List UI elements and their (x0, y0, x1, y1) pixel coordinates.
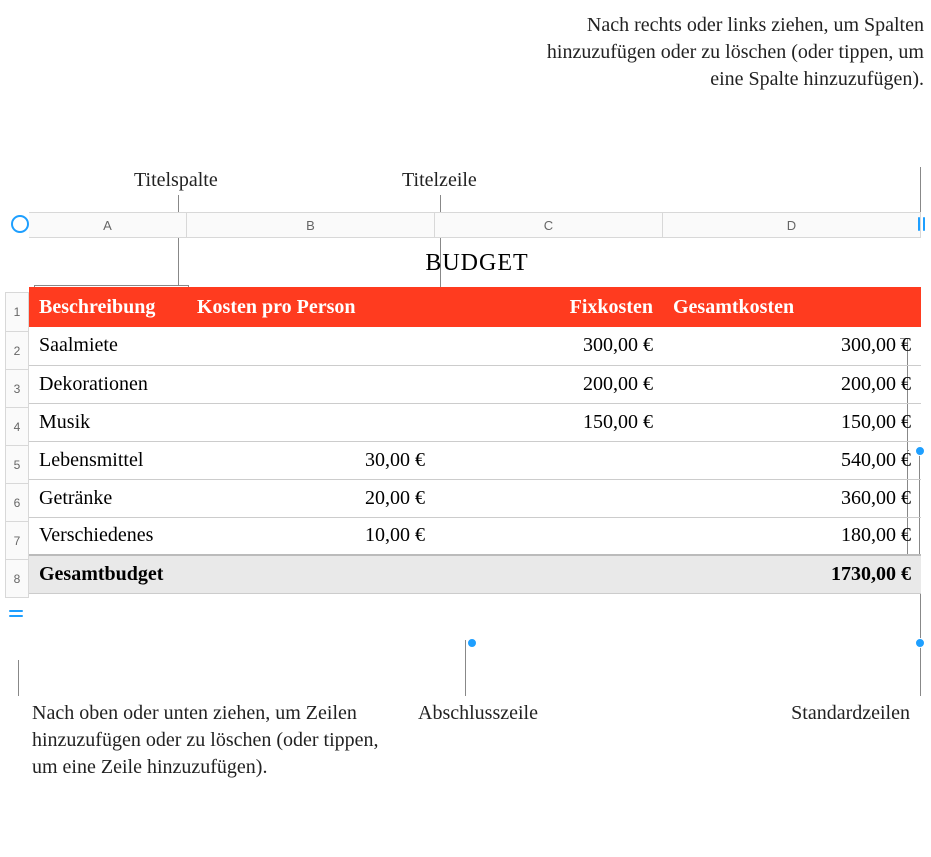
table-select-handle[interactable] (11, 215, 29, 233)
callout-title-row: Titelzeile (402, 167, 477, 194)
cell[interactable] (187, 403, 435, 441)
table-row[interactable]: Verschiedenes 10,00 € 180,00 € (29, 517, 921, 555)
cell[interactable] (435, 555, 663, 593)
header-per-person[interactable]: Kosten pro Person (187, 287, 435, 327)
leader-line (465, 640, 466, 696)
table-row[interactable]: Getränke 20,00 € 360,00 € (29, 479, 921, 517)
header-desc[interactable]: Beschreibung (29, 287, 187, 327)
table-title[interactable]: BUDGET (29, 250, 925, 277)
callout-title-column: Titelspalte (134, 167, 218, 194)
column-header-A[interactable]: A (29, 212, 187, 238)
spreadsheet: A B C D 1 2 3 4 5 6 7 8 BUDGET Beschreib… (5, 212, 925, 598)
column-header-row: A B C D (29, 212, 925, 238)
table-area: BUDGET Beschreibung Kosten pro Person Fi… (29, 250, 925, 598)
cell[interactable]: 30,00 € (187, 441, 435, 479)
cell[interactable]: 200,00 € (663, 365, 921, 403)
cell[interactable]: 360,00 € (663, 479, 921, 517)
table-row[interactable]: Lebensmittel 30,00 € 540,00 € (29, 441, 921, 479)
selection-handle[interactable] (467, 638, 477, 648)
footer-label[interactable]: Gesamtbudget (29, 555, 187, 593)
cell[interactable]: Musik (29, 403, 187, 441)
selection-handle[interactable] (915, 638, 925, 648)
leader-line (18, 660, 19, 696)
budget-table[interactable]: Beschreibung Kosten pro Person Fixkosten… (29, 287, 921, 594)
cell[interactable]: Getränke (29, 479, 187, 517)
cell[interactable] (187, 365, 435, 403)
add-row-handle[interactable] (7, 604, 25, 622)
callout-rows-hint: Nach oben oder unten ziehen, um Zeilen h… (32, 700, 382, 781)
row-header-4[interactable]: 4 (5, 408, 29, 446)
selection-handle[interactable] (915, 446, 925, 456)
table-row[interactable]: Dekorationen 200,00 € 200,00 € (29, 365, 921, 403)
cell[interactable] (187, 555, 435, 593)
cell[interactable]: 10,00 € (187, 517, 435, 555)
cell[interactable]: 300,00 € (435, 327, 663, 365)
cell[interactable]: Dekorationen (29, 365, 187, 403)
row-header-8[interactable]: 8 (5, 560, 29, 598)
cell[interactable]: 180,00 € (663, 517, 921, 555)
callout-body-rows: Standardzeilen (720, 700, 910, 727)
header-fixed[interactable]: Fixkosten (435, 287, 663, 327)
leader-line (920, 167, 921, 213)
cell[interactable]: Verschiedenes (29, 517, 187, 555)
row-header-7[interactable]: 7 (5, 522, 29, 560)
column-header-D[interactable]: D (663, 212, 921, 238)
table-row[interactable]: Saalmiete 300,00 € 300,00 € (29, 327, 921, 365)
row-header-5[interactable]: 5 (5, 446, 29, 484)
cell[interactable]: Saalmiete (29, 327, 187, 365)
cell[interactable]: 150,00 € (663, 403, 921, 441)
column-header-B[interactable]: B (187, 212, 435, 238)
callout-footer-row: Abschlusszeile (418, 700, 538, 727)
row-header-2[interactable]: 2 (5, 332, 29, 370)
row-header-3[interactable]: 3 (5, 370, 29, 408)
table-row[interactable]: Musik 150,00 € 150,00 € (29, 403, 921, 441)
row-header-gutter: 1 2 3 4 5 6 7 8 (5, 250, 29, 598)
cell[interactable]: 20,00 € (187, 479, 435, 517)
column-header-C[interactable]: C (435, 212, 663, 238)
footer-row[interactable]: Gesamtbudget 1730,00 € (29, 555, 921, 593)
cell[interactable] (435, 479, 663, 517)
header-total[interactable]: Gesamtkosten (663, 287, 921, 327)
cell[interactable]: 300,00 € (663, 327, 921, 365)
cell[interactable]: 540,00 € (663, 441, 921, 479)
header-row[interactable]: Beschreibung Kosten pro Person Fixkosten… (29, 287, 921, 327)
cell[interactable] (187, 327, 435, 365)
cell[interactable]: 150,00 € (435, 403, 663, 441)
footer-total[interactable]: 1730,00 € (663, 555, 921, 593)
row-header-1[interactable]: 1 (5, 292, 29, 332)
cell[interactable] (435, 517, 663, 555)
callout-columns-hint: Nach rechts oder links ziehen, um Spalte… (544, 12, 924, 93)
cell[interactable]: 200,00 € (435, 365, 663, 403)
add-column-handle[interactable] (911, 214, 931, 234)
row-header-6[interactable]: 6 (5, 484, 29, 522)
cell[interactable] (435, 441, 663, 479)
cell[interactable]: Lebensmittel (29, 441, 187, 479)
